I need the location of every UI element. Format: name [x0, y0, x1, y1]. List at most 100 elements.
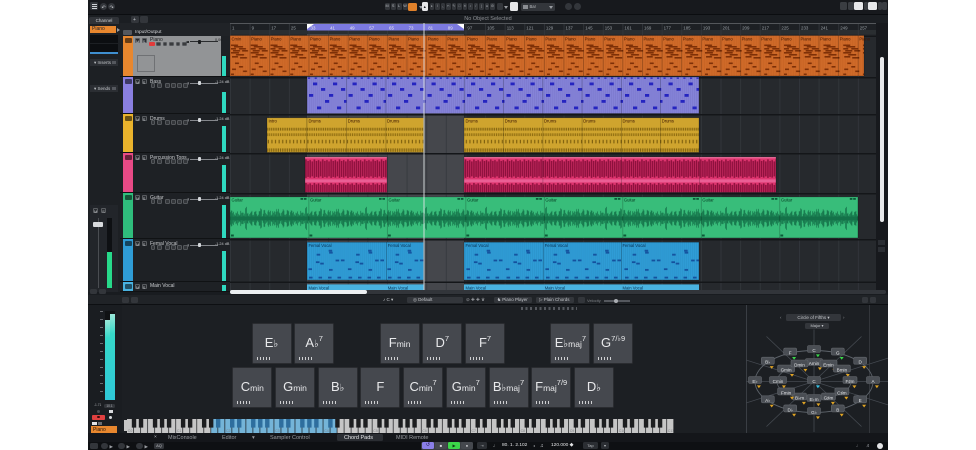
svg-text:121: 121	[526, 25, 534, 30]
svg-text:Piano: Piano	[330, 36, 341, 41]
svg-text:Femal Vocal: Femal Vocal	[466, 243, 489, 248]
svg-text:57: 57	[369, 25, 374, 30]
svg-text:Piano: Piano	[271, 36, 282, 41]
svg-text:C9: C9	[570, 429, 575, 433]
svg-text:B♭: B♭	[765, 360, 770, 365]
svg-text:153: 153	[605, 25, 613, 30]
svg-text:Fmin: Fmin	[781, 390, 792, 395]
svg-text:Guitar: Guitar	[388, 198, 400, 203]
svg-text:Piano: Piano	[840, 36, 851, 41]
svg-text:Guitar: Guitar	[467, 198, 479, 203]
svg-text:Piano: Piano	[487, 36, 498, 41]
svg-text:C2: C2	[226, 429, 231, 433]
svg-text:169: 169	[644, 25, 652, 30]
svg-text:Guitar: Guitar	[781, 198, 793, 203]
svg-text:C7: C7	[472, 429, 477, 433]
svg-text:Piano: Piano	[859, 36, 870, 41]
svg-text:Guitar: Guitar	[624, 198, 636, 203]
svg-text:C5: C5	[374, 429, 379, 433]
svg-text:Femal Vocal: Femal Vocal	[623, 243, 646, 248]
svg-text:81: 81	[428, 25, 433, 30]
svg-text:Femal Vocal: Femal Vocal	[309, 243, 332, 248]
svg-text:Emin: Emin	[823, 362, 834, 367]
svg-text:Piano: Piano	[624, 36, 635, 41]
svg-text:Bmin: Bmin	[837, 368, 848, 373]
svg-text:Drums: Drums	[583, 119, 595, 124]
svg-text:137: 137	[566, 25, 574, 30]
svg-text:Drums: Drums	[662, 119, 674, 124]
svg-text:G♭: G♭	[811, 410, 817, 415]
svg-text:225: 225	[781, 25, 789, 30]
svg-text:Piano: Piano	[761, 36, 772, 41]
svg-text:249: 249	[840, 25, 848, 30]
svg-text:Piano: Piano	[644, 36, 655, 41]
svg-text:Drums: Drums	[466, 119, 478, 124]
svg-text:Piano: Piano	[604, 36, 615, 41]
svg-text:Dmin: Dmin	[794, 362, 805, 367]
svg-text:C11: C11	[668, 429, 674, 433]
svg-text:65: 65	[389, 25, 394, 30]
svg-text:Guitar: Guitar	[310, 198, 322, 203]
svg-text:161: 161	[624, 25, 632, 30]
svg-text:129: 129	[546, 25, 554, 30]
svg-text:G♯m: G♯m	[824, 395, 834, 400]
svg-text:217: 217	[762, 25, 770, 30]
svg-text:145: 145	[585, 25, 593, 30]
svg-text:25: 25	[291, 25, 296, 30]
svg-text:Intro: Intro	[269, 119, 278, 124]
svg-text:Piano: Piano	[447, 36, 458, 41]
svg-text:257: 257	[860, 25, 868, 30]
svg-text:Drums: Drums	[505, 119, 517, 124]
svg-text:193: 193	[703, 25, 711, 30]
svg-text:C♯m: C♯m	[837, 390, 847, 395]
svg-text:Femal Vocal: Femal Vocal	[388, 243, 411, 248]
svg-text:F: F	[789, 351, 792, 356]
svg-text:209: 209	[742, 25, 750, 30]
svg-text:E: E	[859, 398, 862, 403]
svg-text:Drums: Drums	[623, 119, 635, 124]
svg-text:Piano: Piano	[526, 36, 537, 41]
svg-text:Guitar: Guitar	[232, 198, 244, 203]
svg-text:Drums: Drums	[348, 119, 360, 124]
svg-text:Piano: Piano	[663, 36, 674, 41]
svg-text:B: B	[836, 407, 839, 412]
svg-text:Piano: Piano	[310, 36, 321, 41]
svg-text:Cmin: Cmin	[773, 379, 784, 384]
svg-text:E♭m: E♭m	[809, 397, 818, 402]
svg-text:97: 97	[467, 25, 472, 30]
svg-text:Guitar: Guitar	[545, 198, 557, 203]
svg-text:73: 73	[409, 25, 414, 30]
svg-text:C0: C0	[128, 429, 133, 433]
svg-text:Femal Vocal: Femal Vocal	[545, 243, 568, 248]
svg-text:Cmin: Cmin	[232, 36, 242, 41]
svg-text:33: 33	[311, 25, 316, 30]
svg-text:Piano: Piano	[467, 36, 478, 41]
svg-text:E♭: E♭	[752, 379, 757, 384]
svg-text:Piano: Piano	[800, 36, 811, 41]
svg-text:Piano: Piano	[408, 36, 419, 41]
svg-text:17: 17	[271, 25, 276, 30]
svg-text:Piano: Piano	[428, 36, 439, 41]
svg-text:233: 233	[801, 25, 809, 30]
svg-text:Piano: Piano	[251, 36, 262, 41]
svg-text:F♯m: F♯m	[846, 379, 855, 384]
svg-text:241: 241	[821, 25, 829, 30]
svg-text:201: 201	[723, 25, 731, 30]
svg-text:Piano: Piano	[369, 36, 380, 41]
svg-text:Piano: Piano	[585, 36, 596, 41]
svg-text:185: 185	[683, 25, 691, 30]
svg-text:Piano: Piano	[820, 36, 831, 41]
svg-text:Drums: Drums	[387, 119, 399, 124]
svg-text:Piano: Piano	[349, 36, 360, 41]
svg-text:Piano: Piano	[565, 36, 576, 41]
svg-text:Piano: Piano	[781, 36, 792, 41]
svg-text:G: G	[836, 351, 840, 356]
svg-text:49: 49	[350, 25, 355, 30]
svg-text:105: 105	[487, 25, 495, 30]
svg-text:Piano: Piano	[388, 36, 399, 41]
svg-text:41: 41	[330, 25, 335, 30]
svg-text:Gmin: Gmin	[781, 368, 792, 373]
svg-text:Amin: Amin	[809, 361, 820, 366]
svg-text:89: 89	[448, 25, 453, 30]
svg-text:Piano: Piano	[683, 36, 694, 41]
